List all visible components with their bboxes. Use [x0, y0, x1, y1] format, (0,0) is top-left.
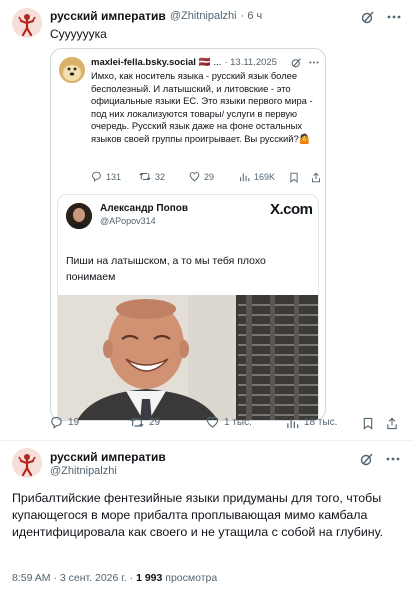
- quote-views-button[interactable]: 169K: [239, 171, 275, 182]
- like-icon: [189, 172, 200, 182]
- post-meta: 8:59 AM · 3 сент. 2026 г. · 1 993 просмо…: [12, 572, 217, 584]
- reply-button[interactable]: 19: [50, 416, 79, 429]
- post-timestamp[interactable]: 8:59 AM · 3 сент. 2026 г. ·: [12, 572, 136, 584]
- views-icon: [287, 418, 299, 429]
- quote-bookmark-icon[interactable]: [289, 172, 299, 183]
- display-name[interactable]: русский императив: [50, 9, 166, 23]
- reply-count: 19: [68, 417, 80, 428]
- nested-handle[interactable]: @APopov314: [100, 216, 156, 226]
- reply-icon: [51, 416, 62, 429]
- post-divider: [0, 440, 413, 441]
- post-text: Прибалтийские фентезийные языки придуман…: [12, 491, 384, 539]
- person-avatar-icon: [66, 203, 92, 229]
- quote-repost-count: 32: [155, 171, 166, 182]
- share-icon[interactable]: [386, 417, 398, 430]
- nested-name[interactable]: Александр Попов: [100, 203, 188, 214]
- quote-share-icon[interactable]: [311, 172, 321, 183]
- repost-icon: [139, 172, 151, 181]
- quote-reply-count: 131: [106, 171, 122, 182]
- views-button[interactable]: 18 тыс.: [286, 416, 337, 429]
- quote-like-button[interactable]: 29: [189, 171, 214, 182]
- more-icon[interactable]: [386, 457, 400, 461]
- more-icon[interactable]: [386, 9, 402, 25]
- user-handle[interactable]: @Zhitnipalzhi: [170, 10, 237, 22]
- quote-more-icon[interactable]: [309, 61, 319, 64]
- nested-text: Пиши на латышском, а то мы тебя плохо по…: [66, 255, 266, 283]
- quote-reply-button[interactable]: 131: [91, 171, 121, 182]
- bookmark-icon[interactable]: [362, 417, 374, 430]
- post-time[interactable]: · 6 ч: [241, 10, 263, 22]
- nested-avatar[interactable]: [66, 203, 92, 229]
- quote-views-count: 169K: [254, 171, 276, 182]
- quote-handle[interactable]: maxlei-fella.bsky.social: [91, 57, 196, 68]
- avatar[interactable]: [12, 8, 42, 38]
- like-button[interactable]: 1 тыс.: [206, 416, 252, 428]
- quote-text: Имхо, как носитель языка - русский язык …: [91, 70, 313, 144]
- views-number: 1 993: [136, 572, 163, 584]
- quote-avatar[interactable]: [59, 57, 85, 83]
- avatar[interactable]: [12, 448, 42, 478]
- like-icon: [206, 416, 219, 428]
- reply-icon: [92, 171, 101, 182]
- doge-avatar-icon: [59, 57, 85, 83]
- quote-repost-button[interactable]: 32: [139, 171, 165, 182]
- meme-image[interactable]: [58, 295, 318, 420]
- grok-icon[interactable]: [360, 9, 376, 25]
- repost-button[interactable]: 29: [130, 416, 160, 429]
- quote-grok-icon[interactable]: [291, 57, 302, 68]
- user-handle[interactable]: @Zhitnipalzhi: [50, 465, 117, 477]
- display-name[interactable]: русский императив: [50, 450, 166, 464]
- grok-icon[interactable]: [360, 452, 374, 466]
- quoted-post[interactable]: maxlei-fella.bsky.social 🇱🇻 ... · 13.11.…: [50, 48, 326, 421]
- views-label: просмотра: [162, 572, 218, 584]
- avatar-icon: [12, 8, 42, 38]
- views-count: 18 тыс.: [304, 417, 338, 428]
- repost-icon: [130, 418, 144, 427]
- repost-count: 29: [149, 417, 161, 428]
- quote-like-count: 29: [204, 171, 215, 182]
- views-icon: [240, 173, 250, 182]
- avatar-icon: [12, 448, 42, 478]
- quote-flags: 🇱🇻 ...: [198, 57, 222, 68]
- like-count: 1 тыс.: [224, 416, 252, 428]
- laughing-man-image: [58, 295, 318, 420]
- xcom-logo: X.com: [270, 201, 313, 218]
- nested-post-card[interactable]: Александр Попов @APopov314 X.com Пиши на…: [57, 194, 319, 420]
- post-text: Суууууука: [50, 27, 107, 41]
- quote-date: · 13.11.2025: [224, 57, 277, 68]
